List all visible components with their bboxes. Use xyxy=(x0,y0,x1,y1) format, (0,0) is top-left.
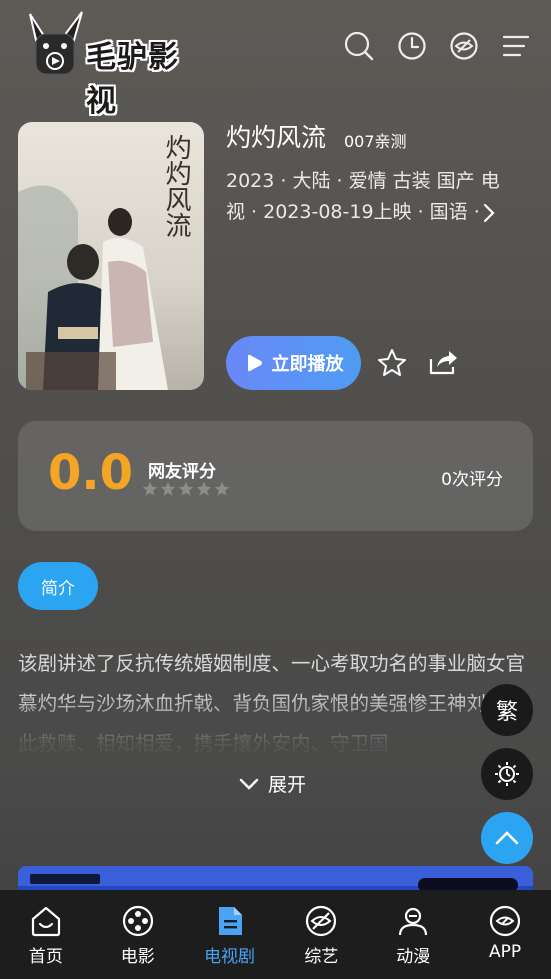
back-to-top-button[interactable] xyxy=(481,812,533,864)
traditional-chinese-button[interactable]: 繁 xyxy=(481,684,533,736)
history-icon[interactable] xyxy=(396,30,428,62)
nav-label-anime: 动漫 xyxy=(396,947,431,967)
home-icon xyxy=(31,906,61,937)
description-fade xyxy=(0,690,551,780)
nav-item-anime[interactable]: 动漫 xyxy=(367,890,459,979)
movie-title: 灼灼风流 xyxy=(226,123,327,152)
star-icon xyxy=(214,481,230,496)
share-icon[interactable] xyxy=(427,347,459,377)
tab-intro[interactable]: 简介 xyxy=(18,562,98,610)
nav-item-app[interactable]: APP xyxy=(459,890,551,979)
chevron-right-icon[interactable] xyxy=(480,202,498,224)
nav-label-movies: 电影 xyxy=(120,947,155,967)
nav-item-tv-series[interactable]: 电视剧 xyxy=(184,890,276,979)
play-now-label: 立即播放 xyxy=(271,354,344,375)
meta-line-2: 视 · 2023-08-19上映 · 国语 · xyxy=(226,201,480,223)
search-icon[interactable] xyxy=(343,30,375,62)
tab-intro-label: 简介 xyxy=(41,578,75,599)
poster-title: 灼灼风流 xyxy=(161,134,191,238)
rating-label: 网友评分 xyxy=(148,462,216,482)
nav-item-movies[interactable]: 电影 xyxy=(92,890,184,979)
menu-icon[interactable] xyxy=(500,30,532,62)
expand-label: 展开 xyxy=(268,774,307,796)
rating-count: 0次评分 xyxy=(441,470,503,490)
meta-line-1: 2023 · 大陆 · 爱情 古装 国产 电 xyxy=(226,170,500,192)
theme-toggle-button[interactable] xyxy=(481,748,533,800)
star-favorite-icon[interactable] xyxy=(377,348,407,378)
banner-logo xyxy=(30,874,100,884)
brightness-icon xyxy=(495,762,519,786)
user-icon xyxy=(399,907,428,936)
rating-stars xyxy=(142,481,230,497)
chevron-down-icon xyxy=(239,778,259,790)
rating-score: 0.0 xyxy=(48,445,134,501)
rating-card: 0.0 网友评分 0次评分 xyxy=(18,421,533,531)
document-icon xyxy=(218,907,242,935)
nav-label-variety: 综艺 xyxy=(304,947,339,967)
movie-poster[interactable]: 灼灼风流 xyxy=(18,122,204,390)
play-now-button[interactable]: 立即播放 xyxy=(226,336,361,390)
nav-item-variety[interactable]: 综艺 xyxy=(275,890,367,979)
nav-label-home: 首页 xyxy=(28,947,63,967)
eye-off-icon[interactable] xyxy=(448,30,480,62)
logo-text: 毛驴影视 xyxy=(86,40,179,119)
nav-item-home[interactable]: 首页 xyxy=(0,890,92,979)
star-icon xyxy=(178,481,194,496)
chevron-up-icon xyxy=(495,831,519,845)
eye-off-icon xyxy=(306,905,337,937)
star-icon xyxy=(196,481,212,496)
nav-label-app: APP xyxy=(488,942,522,962)
movie-meta: 2023 · 大陆 · 爱情 古装 国产 电 视 · 2023-08-19上映 … xyxy=(226,166,526,228)
expand-button[interactable]: 展开 xyxy=(238,770,306,797)
play-icon xyxy=(247,354,262,372)
source-badge: 007亲测 xyxy=(344,132,407,151)
nav-label-tv-series: 电视剧 xyxy=(204,947,256,967)
star-icon xyxy=(142,481,158,496)
donkey-logo-icon xyxy=(29,11,83,75)
bottom-navigation: 首页 电影 电视剧 综艺 动漫 APP xyxy=(0,890,551,979)
star-icon xyxy=(160,481,176,496)
film-reel-icon xyxy=(122,905,153,937)
top-header: 毛驴影视 xyxy=(0,0,551,119)
app-logo[interactable]: 毛驴影视 xyxy=(22,10,192,119)
traditional-label: 繁 xyxy=(495,700,518,725)
compass-icon xyxy=(489,905,521,937)
